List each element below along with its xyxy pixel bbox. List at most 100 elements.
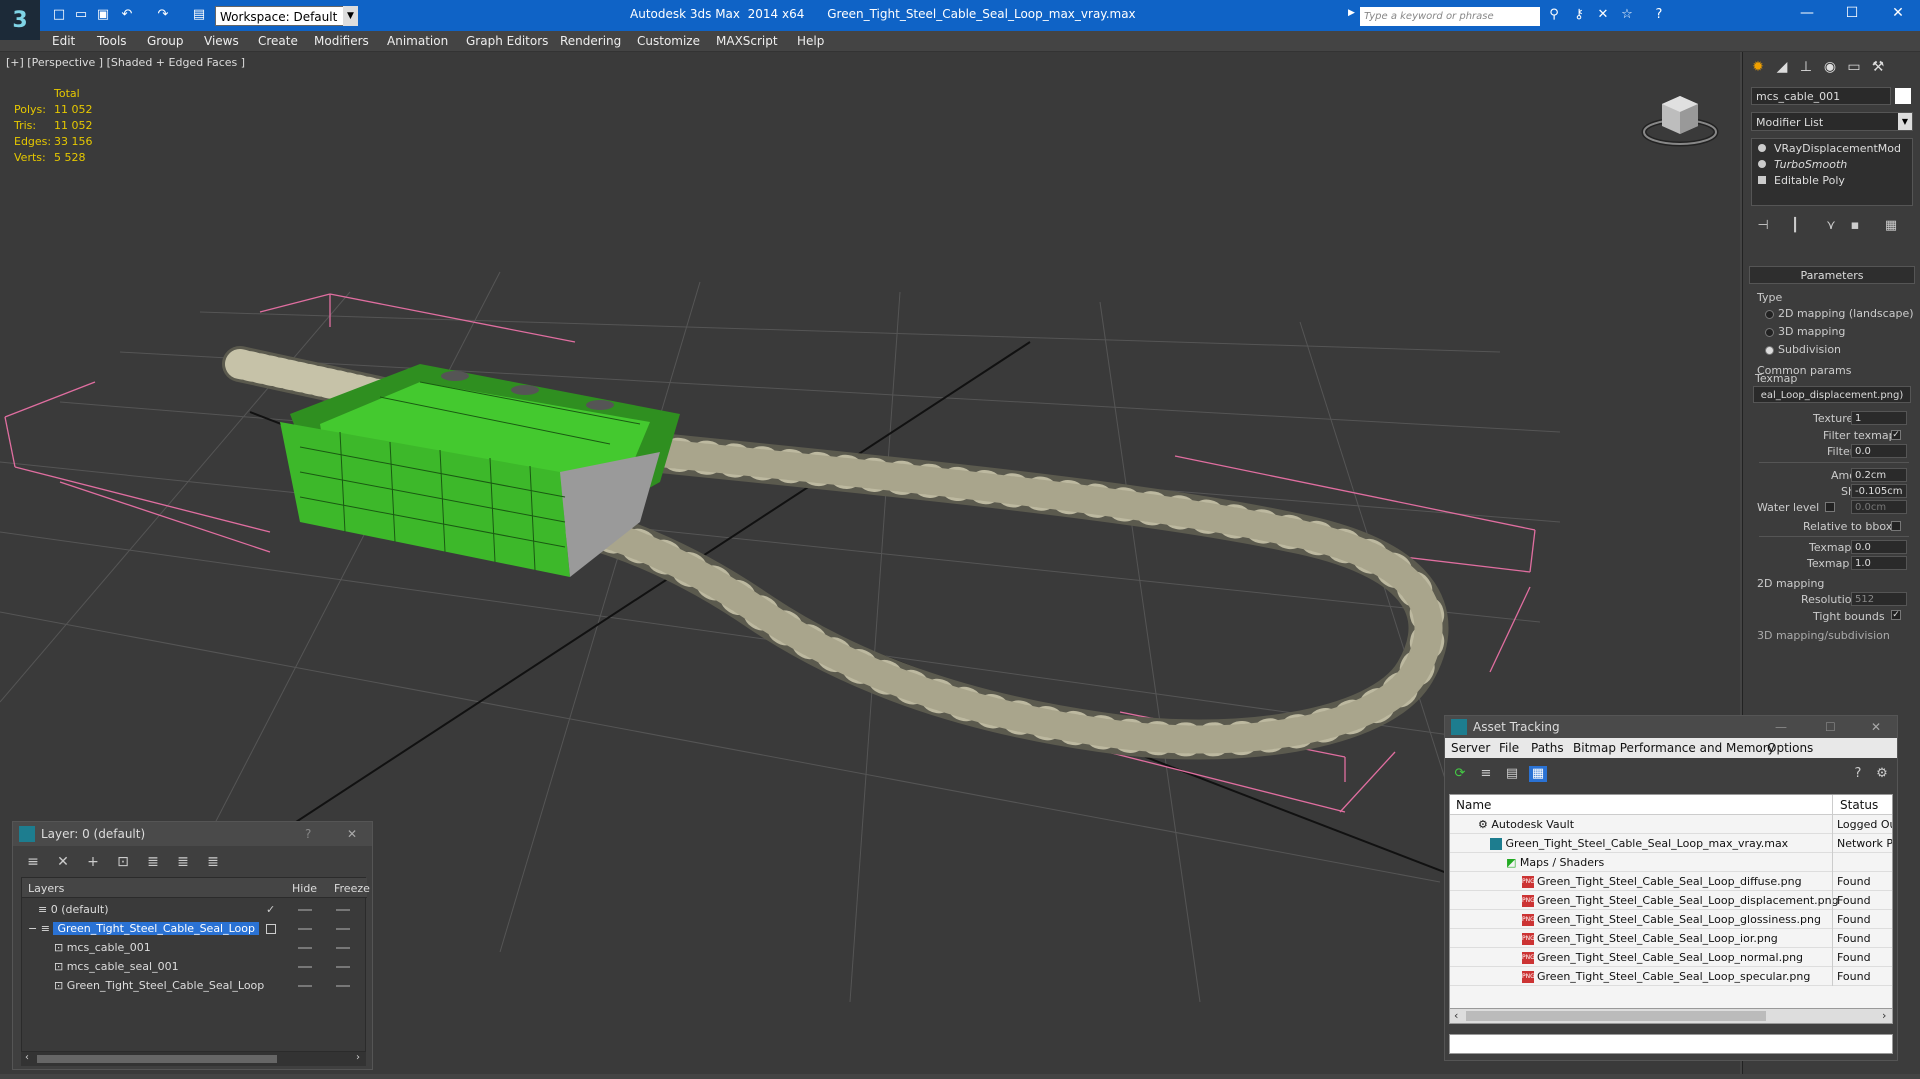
maximize-icon[interactable]: ☐ (1840, 5, 1864, 25)
active-layer-check-icon[interactable]: ✓ (266, 901, 275, 919)
workspace-dropdown[interactable]: Workspace: Default (215, 6, 355, 26)
close-icon[interactable]: ✕ (1871, 716, 1881, 738)
minimize-icon[interactable]: — (1775, 716, 1787, 738)
texture-chan-spinner[interactable]: 1 (1851, 411, 1907, 425)
minimize-icon[interactable]: — (1795, 5, 1819, 25)
object-name-field[interactable]: mcs_cable_001 (1751, 87, 1891, 105)
col-name[interactable]: Name (1456, 798, 1491, 812)
chevron-down-icon[interactable]: ▼ (1898, 113, 1912, 130)
delete-layer-icon[interactable]: ✕ (53, 854, 73, 872)
menu-bitmap-performance[interactable]: Bitmap Performance and Memory (1573, 741, 1775, 755)
menu-create[interactable]: Create (258, 34, 298, 48)
menu-edit[interactable]: Edit (52, 34, 75, 48)
scrollbar-thumb[interactable] (1466, 1011, 1766, 1021)
modifier-list-dropdown[interactable]: Modifier List (1751, 112, 1913, 131)
filter-blur-spinner[interactable]: 0.0 (1851, 444, 1907, 458)
menu-group[interactable]: Group (147, 34, 184, 48)
radio-3d-mapping[interactable]: 3D mapping (1765, 325, 1845, 338)
scrollbar-thumb[interactable] (37, 1055, 277, 1063)
project-folder-icon[interactable]: ▤ (190, 7, 208, 23)
highlight-layer-icon[interactable]: ≣ (143, 854, 163, 872)
asset-row-max-file[interactable]: Green_Tight_Steel_Cable_Seal_Loop_max_vr… (1450, 834, 1892, 853)
layer-row-cable-seal[interactable]: ⊡ mcs_cable_seal_001 (24, 958, 364, 976)
col-freeze[interactable]: Freeze (334, 882, 370, 895)
close-icon[interactable]: ✕ (1886, 5, 1910, 25)
make-unique-icon[interactable]: ⋎ (1821, 218, 1841, 238)
menu-animation[interactable]: Animation (387, 34, 448, 48)
list-view-icon[interactable]: ≡ (1477, 766, 1495, 782)
menu-views[interactable]: Views (204, 34, 239, 48)
remove-modifier-icon[interactable]: ▪ (1845, 218, 1865, 238)
menu-modifiers[interactable]: Modifiers (314, 34, 369, 48)
freeze-toggle[interactable] (336, 966, 350, 968)
motion-tab-icon[interactable]: ◉ (1819, 56, 1841, 78)
scroll-left-icon[interactable]: ‹ (25, 1052, 29, 1063)
help-icon[interactable]: ? (1849, 766, 1867, 782)
viewcube-icon[interactable] (1640, 82, 1720, 152)
scroll-right-icon[interactable]: › (1882, 1009, 1886, 1022)
collapse-icon[interactable]: − (28, 922, 37, 935)
hierarchy-tab-icon[interactable]: ⊥ (1795, 56, 1817, 78)
modify-tab-icon[interactable]: ◢ (1771, 56, 1793, 78)
add-to-layer-icon[interactable]: + (83, 854, 103, 872)
menu-help[interactable]: Help (797, 34, 824, 48)
menu-rendering[interactable]: Rendering (560, 34, 621, 48)
select-objects-icon[interactable]: ⊡ (113, 854, 133, 872)
filter-texmap-checkbox[interactable]: ✓ (1891, 430, 1901, 440)
detail-view-icon[interactable]: ▤ (1503, 766, 1521, 782)
scroll-left-icon[interactable]: ‹ (1454, 1009, 1458, 1022)
hide-all-icon[interactable]: ≣ (173, 854, 193, 872)
menu-server[interactable]: Server (1451, 741, 1490, 755)
menu-file[interactable]: File (1499, 741, 1519, 755)
texmap-button[interactable]: eal_Loop_displacement.png) (1753, 386, 1911, 403)
texmap-min-spinner[interactable]: 0.0 (1851, 540, 1907, 554)
menu-maxscript[interactable]: MAXScript (716, 34, 778, 48)
menu-paths[interactable]: Paths (1531, 741, 1564, 755)
texmap-max-spinner[interactable]: 1.0 (1851, 556, 1907, 570)
radio-2d-mapping[interactable]: 2D mapping (landscape) (1765, 307, 1914, 320)
stack-item-turbosmooth[interactable]: TurboSmooth (1758, 158, 1847, 171)
col-hide[interactable]: Hide (292, 882, 317, 895)
settings-icon[interactable]: ⚙ (1873, 766, 1891, 782)
asset-row-displacement[interactable]: PNG Green_Tight_Steel_Cable_Seal_Loop_dis… (1450, 891, 1892, 910)
search-input[interactable]: Type a keyword or phrase (1360, 7, 1540, 26)
asset-row-glossiness[interactable]: PNG Green_Tight_Steel_Cable_Seal_Loop_glo… (1450, 910, 1892, 929)
asset-row-ior[interactable]: PNG Green_Tight_Steel_Cable_Seal_Loop_ior… (1450, 929, 1892, 948)
stack-item-vraydisplacement[interactable]: VRayDisplacementMod (1758, 142, 1901, 155)
freeze-toggle[interactable] (336, 985, 350, 987)
open-file-icon[interactable]: ▭ (72, 7, 90, 23)
configure-sets-icon[interactable]: ▦ (1881, 218, 1901, 238)
freeze-toggle[interactable] (336, 928, 350, 930)
redo-icon[interactable]: ↷ (154, 7, 172, 23)
hide-toggle[interactable] (298, 966, 312, 968)
table-view-icon[interactable]: ▦ (1529, 766, 1547, 782)
utilities-tab-icon[interactable]: ⚒ (1867, 56, 1889, 78)
water-level-checkbox[interactable] (1825, 502, 1835, 512)
col-layers[interactable]: Layers (28, 882, 64, 895)
hide-toggle[interactable] (298, 909, 312, 911)
asset-row-normal[interactable]: PNG Green_Tight_Steel_Cable_Seal_Loop_nor… (1450, 948, 1892, 967)
create-tab-icon[interactable]: ✹ (1747, 56, 1769, 78)
object-color-swatch[interactable] (1895, 88, 1911, 104)
new-file-icon[interactable]: □ (50, 7, 68, 23)
layer-row-cable[interactable]: ⊡ mcs_cable_001 (24, 939, 364, 957)
viewport-label[interactable]: [+] [Perspective ] [Shaded + Edged Faces… (6, 56, 245, 69)
menu-customize[interactable]: Customize (637, 34, 700, 48)
parameters-rollout[interactable]: Parameters (1749, 266, 1915, 284)
horizontal-scrollbar[interactable]: ‹ › (21, 1052, 366, 1066)
menu-tools[interactable]: Tools (97, 34, 127, 48)
resolution-spinner[interactable]: 512 (1851, 592, 1907, 606)
freeze-toggle[interactable] (336, 947, 350, 949)
display-tab-icon[interactable]: ▭ (1843, 56, 1865, 78)
app-logo-icon[interactable]: 3 (0, 0, 40, 40)
chevron-right-icon[interactable]: ▶ (1348, 8, 1355, 18)
new-layer-icon[interactable]: ≡ (23, 854, 43, 872)
undo-icon[interactable]: ↶ (118, 7, 136, 23)
hide-toggle[interactable] (298, 928, 312, 930)
exchange-icon[interactable]: ✕ (1594, 7, 1612, 23)
layer-row-seal-loop-object[interactable]: ⊡ Green_Tight_Steel_Cable_Seal_Loop (24, 977, 364, 995)
layer-row-default[interactable]: ≡ 0 (default) ✓ (24, 901, 364, 919)
save-file-icon[interactable]: ▣ (94, 7, 112, 23)
menu-options[interactable]: Options (1767, 741, 1813, 755)
freeze-all-icon[interactable]: ≣ (203, 854, 223, 872)
